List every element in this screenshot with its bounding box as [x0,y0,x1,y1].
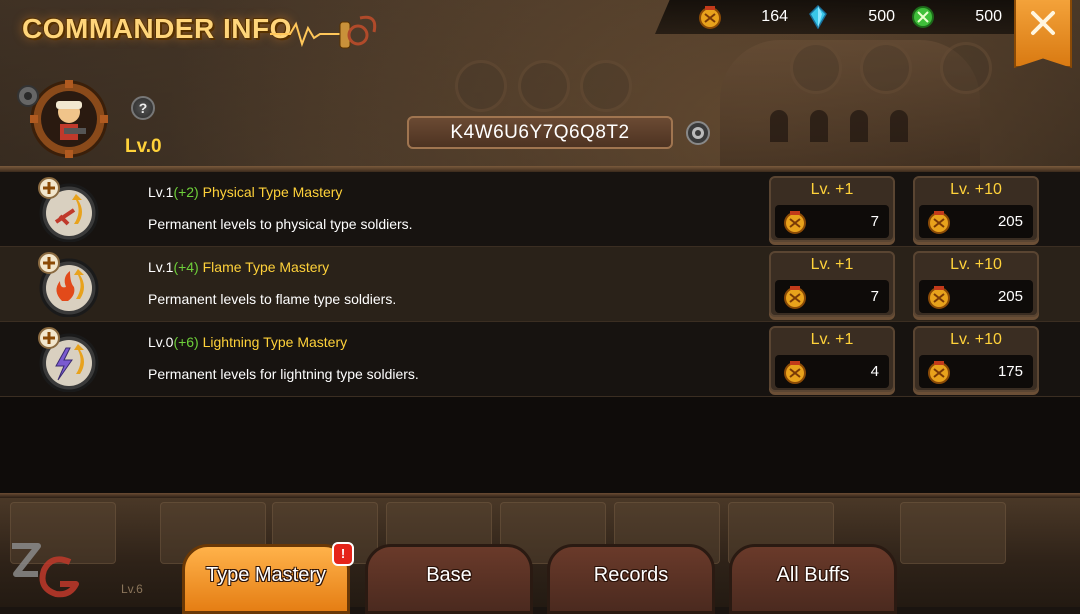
upgrade-plus-10-button[interactable]: Lv. +10 205 [913,251,1039,317]
cost-box: 4 [775,355,889,388]
plus-badge-icon[interactable] [38,177,60,199]
mastery-name: Physical Type Mastery [202,184,343,200]
upgrade-cost: 7 [870,288,879,305]
alert-badge: ! [332,542,354,566]
mastery-description: Permanent levels to physical type soldie… [148,216,413,232]
upgrade-cost: 205 [997,288,1023,305]
zg-logo-icon [12,543,79,598]
tab-all-buffs[interactable]: All Buffs [729,544,897,614]
tab-records[interactable]: Records [547,544,715,614]
background-slot [940,42,992,94]
upgrade-plus-1-button[interactable]: Lv. +1 4 [769,326,895,392]
background-slot [860,42,912,94]
mastery-description: Permanent levels for lightning type sold… [148,366,419,382]
wire-ornament-icon [270,15,377,49]
tab-base[interactable]: Base [365,544,533,614]
cost-box: 205 [919,205,1033,238]
mastery-name: Lightning Type Mastery [202,334,348,350]
medal-icon [784,286,806,309]
mastery-name: Flame Type Mastery [202,259,330,275]
background-window [810,110,828,142]
mastery-level: Lv.1 [148,184,174,200]
upgrade-cost: 175 [997,363,1023,380]
commander-code-field[interactable]: K4W6U6Y7Q6Q8T2 [407,116,673,149]
upgrade-plus-10-button[interactable]: Lv. +10 175 [913,326,1039,392]
mastery-row-flame: Lv.1(+4) Flame Type Mastery Permanent le… [0,247,1080,321]
background-slot [518,60,570,112]
mastery-title: Lv.1(+4) Flame Type Mastery [148,259,329,275]
upgrade-label: Lv. +10 [950,331,1002,348]
mastery-title: Lv.0(+6) Lightning Type Mastery [148,334,347,350]
cost-box: 7 [775,205,889,238]
page-title: COMMANDER INFO [22,13,292,44]
mastery-level: Lv.0 [148,334,174,350]
medal-icon [928,361,950,384]
commander-level: Lv.0 [125,136,162,157]
medal-count: 164 [761,8,788,25]
close-icon [1031,11,1055,35]
upgrade-plus-1-button[interactable]: Lv. +1 7 [769,176,895,242]
tab-type-mastery[interactable]: Type Mastery [182,544,350,614]
background-slot [790,42,842,94]
upgrade-plus-10-button[interactable]: Lv. +10 205 [913,176,1039,242]
medal-icon [784,361,806,384]
settings-gear-icon[interactable] [16,84,40,108]
mastery-description: Permanent levels to flame type soldiers. [148,291,397,307]
row-divider [0,396,1080,397]
cost-box: 175 [919,355,1033,388]
upgrade-cost: 205 [997,213,1023,230]
mastery-row-lightning: Lv.0(+6) Lightning Type Mastery Permanen… [0,322,1080,396]
mastery-row-physical: Lv.1(+2) Physical Type Mastery Permanent… [0,172,1080,246]
plus-badge-icon[interactable] [38,252,60,274]
crystal-count: 500 [868,8,895,25]
upgrade-label: Lv. +1 [810,256,854,273]
mastery-bonus: (+6) [173,334,199,350]
cost-box: 7 [775,280,889,313]
mastery-title: Lv.1(+2) Physical Type Mastery [148,184,342,200]
upgrade-cost: 7 [870,213,879,230]
background-window [890,110,908,142]
medal-icon [784,211,806,234]
row-divider [0,246,1080,247]
background-slot [455,60,507,112]
medal-icon [928,211,950,234]
background-slot [580,60,632,112]
code-settings-gear-icon[interactable] [686,121,710,145]
gem-count: 500 [975,8,1002,25]
upgrade-label: Lv. +10 [950,181,1002,198]
commander-avatar[interactable] [30,80,108,158]
mastery-panel: Lv.1(+2) Physical Type Mastery Permanent… [0,172,1080,494]
medal-icon [928,286,950,309]
plus-badge-icon[interactable] [38,327,60,349]
cost-box: 205 [919,280,1033,313]
background-window [850,110,868,142]
background-unit-level: Lv.6 [121,582,143,596]
background-window [770,110,788,142]
upgrade-plus-1-button[interactable]: Lv. +1 7 [769,251,895,317]
mastery-bonus: (+2) [173,184,199,200]
upgrade-label: Lv. +1 [810,181,854,198]
upgrade-cost: 4 [870,363,879,380]
mastery-level: Lv.1 [148,259,174,275]
upgrade-label: Lv. +10 [950,256,1002,273]
row-divider [0,321,1080,322]
help-icon[interactable]: ? [131,96,155,120]
upgrade-label: Lv. +1 [810,331,854,348]
mastery-bonus: (+4) [173,259,199,275]
background-unit-card [900,502,1006,564]
close-button[interactable] [1014,0,1072,68]
